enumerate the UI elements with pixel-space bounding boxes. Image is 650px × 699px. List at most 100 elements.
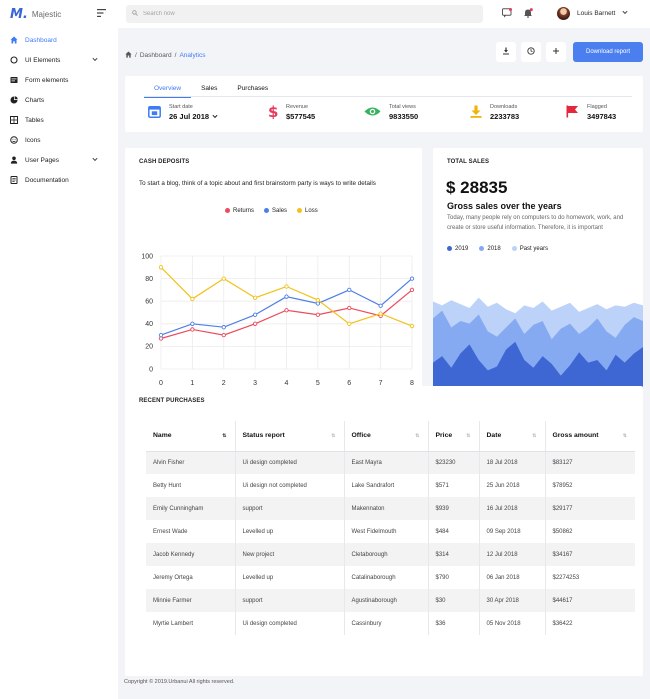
column-header-label: Price xyxy=(435,432,453,440)
download-report-button[interactable]: Download report xyxy=(573,42,643,62)
data-point-sales[interactable] xyxy=(409,276,415,281)
column-header-date[interactable]: Date ⇅ xyxy=(479,421,546,452)
data-point-sales[interactable] xyxy=(252,312,258,317)
download-button[interactable] xyxy=(496,42,516,62)
top-bar: M. Majestic Louis Barnett xyxy=(0,0,650,28)
brand-logo[interactable]: M. Majestic xyxy=(10,7,61,22)
table-row[interactable]: Myrtie Lambert Ui design completed Cassinb… xyxy=(146,612,635,635)
table-cell: Jeremy Ortega xyxy=(146,566,236,589)
table-cell: Minnie Farmer xyxy=(146,589,236,612)
sort-icon[interactable]: ⇅ xyxy=(623,433,627,439)
column-header-gross-amount[interactable]: Gross amount ⇅ xyxy=(545,421,635,452)
table-cell: $29177 xyxy=(545,497,635,520)
chevron-down-icon[interactable] xyxy=(622,10,628,17)
table-row[interactable]: Minnie Farmer support Agustinaborough $30 30… xyxy=(146,589,635,612)
start-date-picker[interactable]: 26 Jul 2018 xyxy=(169,112,218,121)
table-cell: Cletaborough xyxy=(344,543,429,566)
stat-total-views: Total views 9833550 xyxy=(364,104,418,121)
column-header-office[interactable]: Office ⇅ xyxy=(344,421,429,452)
data-point-returns[interactable] xyxy=(190,327,195,332)
column-header-price[interactable]: Price ⇅ xyxy=(428,421,480,452)
sidebar-item-form-elements[interactable]: Form elements xyxy=(0,70,118,90)
sidebar-item-tables[interactable]: Tables xyxy=(0,110,118,130)
sort-icon[interactable]: ⇅ xyxy=(532,433,536,439)
data-point-loss[interactable] xyxy=(378,311,383,316)
data-point-loss[interactable] xyxy=(221,276,226,281)
data-point-sales[interactable] xyxy=(347,287,352,293)
chevron-down-icon xyxy=(212,112,218,121)
data-point-loss[interactable] xyxy=(347,321,352,326)
data-point-returns[interactable] xyxy=(252,321,258,326)
sidebar-item-icons[interactable]: Icons xyxy=(0,130,118,150)
data-point-loss[interactable] xyxy=(409,323,415,329)
table-row[interactable]: Jeremy Ortega Levelled up Catalinaborough $… xyxy=(146,566,635,589)
sidebar-item-label: Dashboard xyxy=(25,36,57,44)
plus-icon xyxy=(552,47,560,57)
table-cell: 30 Apr 2018 xyxy=(479,589,546,612)
table-row[interactable]: Alvin Fisher Ui design completed East Mayr… xyxy=(146,451,635,474)
sort-icon[interactable]: ⇅ xyxy=(222,433,226,439)
data-point-loss[interactable] xyxy=(190,296,195,302)
data-point-sales[interactable] xyxy=(158,332,164,338)
table-cell: Myrtie Lambert xyxy=(146,612,236,635)
data-point-returns[interactable] xyxy=(347,305,352,311)
sort-icon[interactable]: ⇅ xyxy=(415,433,419,439)
stat-value: 26 Jul 2018 xyxy=(169,112,210,121)
stat-label: Revenue xyxy=(286,104,309,110)
data-point-sales[interactable] xyxy=(378,303,383,308)
data-point-returns[interactable] xyxy=(284,308,289,313)
sort-icon[interactable]: ⇅ xyxy=(466,433,470,439)
data-point-loss[interactable] xyxy=(252,295,258,300)
data-point-sales[interactable] xyxy=(221,325,226,330)
table-cell: $30 xyxy=(428,589,480,612)
sidebar-item-ui-elements[interactable]: UI Elements xyxy=(0,50,118,70)
data-point-loss[interactable] xyxy=(315,297,321,303)
svg-text:$: $ xyxy=(268,104,278,119)
overview-card: Overview Sales Purchases Start date 26 J… xyxy=(125,76,643,132)
data-point-returns[interactable] xyxy=(221,332,226,338)
search-input[interactable] xyxy=(143,11,443,17)
data-point-returns[interactable] xyxy=(315,312,321,317)
sidebar-item-label: Tables xyxy=(25,116,44,124)
data-point-returns[interactable] xyxy=(158,336,164,341)
avatar[interactable] xyxy=(557,7,570,20)
sidebar-item-label: Form elements xyxy=(25,76,69,84)
data-point-loss[interactable] xyxy=(284,284,289,289)
chevron-down-icon xyxy=(92,157,98,164)
sidebar-item-charts[interactable]: Charts xyxy=(0,90,118,110)
table-cell: $23230 xyxy=(428,451,480,474)
data-point-sales[interactable] xyxy=(190,321,195,326)
document-icon xyxy=(10,176,18,184)
table-cell: Cassinbury xyxy=(344,612,429,635)
bell-icon[interactable] xyxy=(523,8,533,20)
table-row[interactable]: Emily Cunningham support Makennaton $939 16 … xyxy=(146,497,635,520)
y-tick-label: 80 xyxy=(145,276,153,283)
column-header-status-report[interactable]: Status report ⇅ xyxy=(235,421,345,452)
history-button[interactable] xyxy=(521,42,541,62)
table-cell: Ui design not completed xyxy=(235,474,345,497)
table-cell: 18 Jul 2018 xyxy=(479,451,546,474)
data-point-returns[interactable] xyxy=(409,287,415,293)
home-icon[interactable] xyxy=(125,51,132,60)
sidebar-item-user-pages[interactable]: User Pages xyxy=(0,150,118,170)
data-point-sales[interactable] xyxy=(315,301,321,306)
user-name[interactable]: Louis Barnett xyxy=(577,10,615,17)
search-box[interactable] xyxy=(126,5,483,23)
sidebar-item-documentation[interactable]: Documentation xyxy=(0,170,118,190)
table-row[interactable]: Betty Hunt Ui design not completed Lake Sa… xyxy=(146,474,635,497)
breadcrumb-dashboard[interactable]: Dashboard xyxy=(140,52,172,59)
message-icon[interactable] xyxy=(502,8,512,20)
table-row[interactable]: Jacob Kennedy New project Cletaborough $314… xyxy=(146,543,635,566)
data-point-sales[interactable] xyxy=(284,294,289,299)
table-cell: $44617 xyxy=(545,589,635,612)
y-tick-label: 40 xyxy=(145,321,153,328)
menu-toggle-icon[interactable] xyxy=(97,9,106,19)
table-row[interactable]: Ernest Wade Levelled up West Fidelmouth $48… xyxy=(146,520,635,543)
card-title: RECENT PURCHASES xyxy=(139,398,205,404)
add-button[interactable] xyxy=(546,42,566,62)
column-header-name[interactable]: Name ⇅ xyxy=(146,421,236,452)
sort-icon[interactable]: ⇅ xyxy=(331,433,335,439)
data-point-loss[interactable] xyxy=(158,265,164,270)
sidebar-item-dashboard[interactable]: Dashboard xyxy=(0,30,118,50)
user-icon xyxy=(10,156,18,164)
